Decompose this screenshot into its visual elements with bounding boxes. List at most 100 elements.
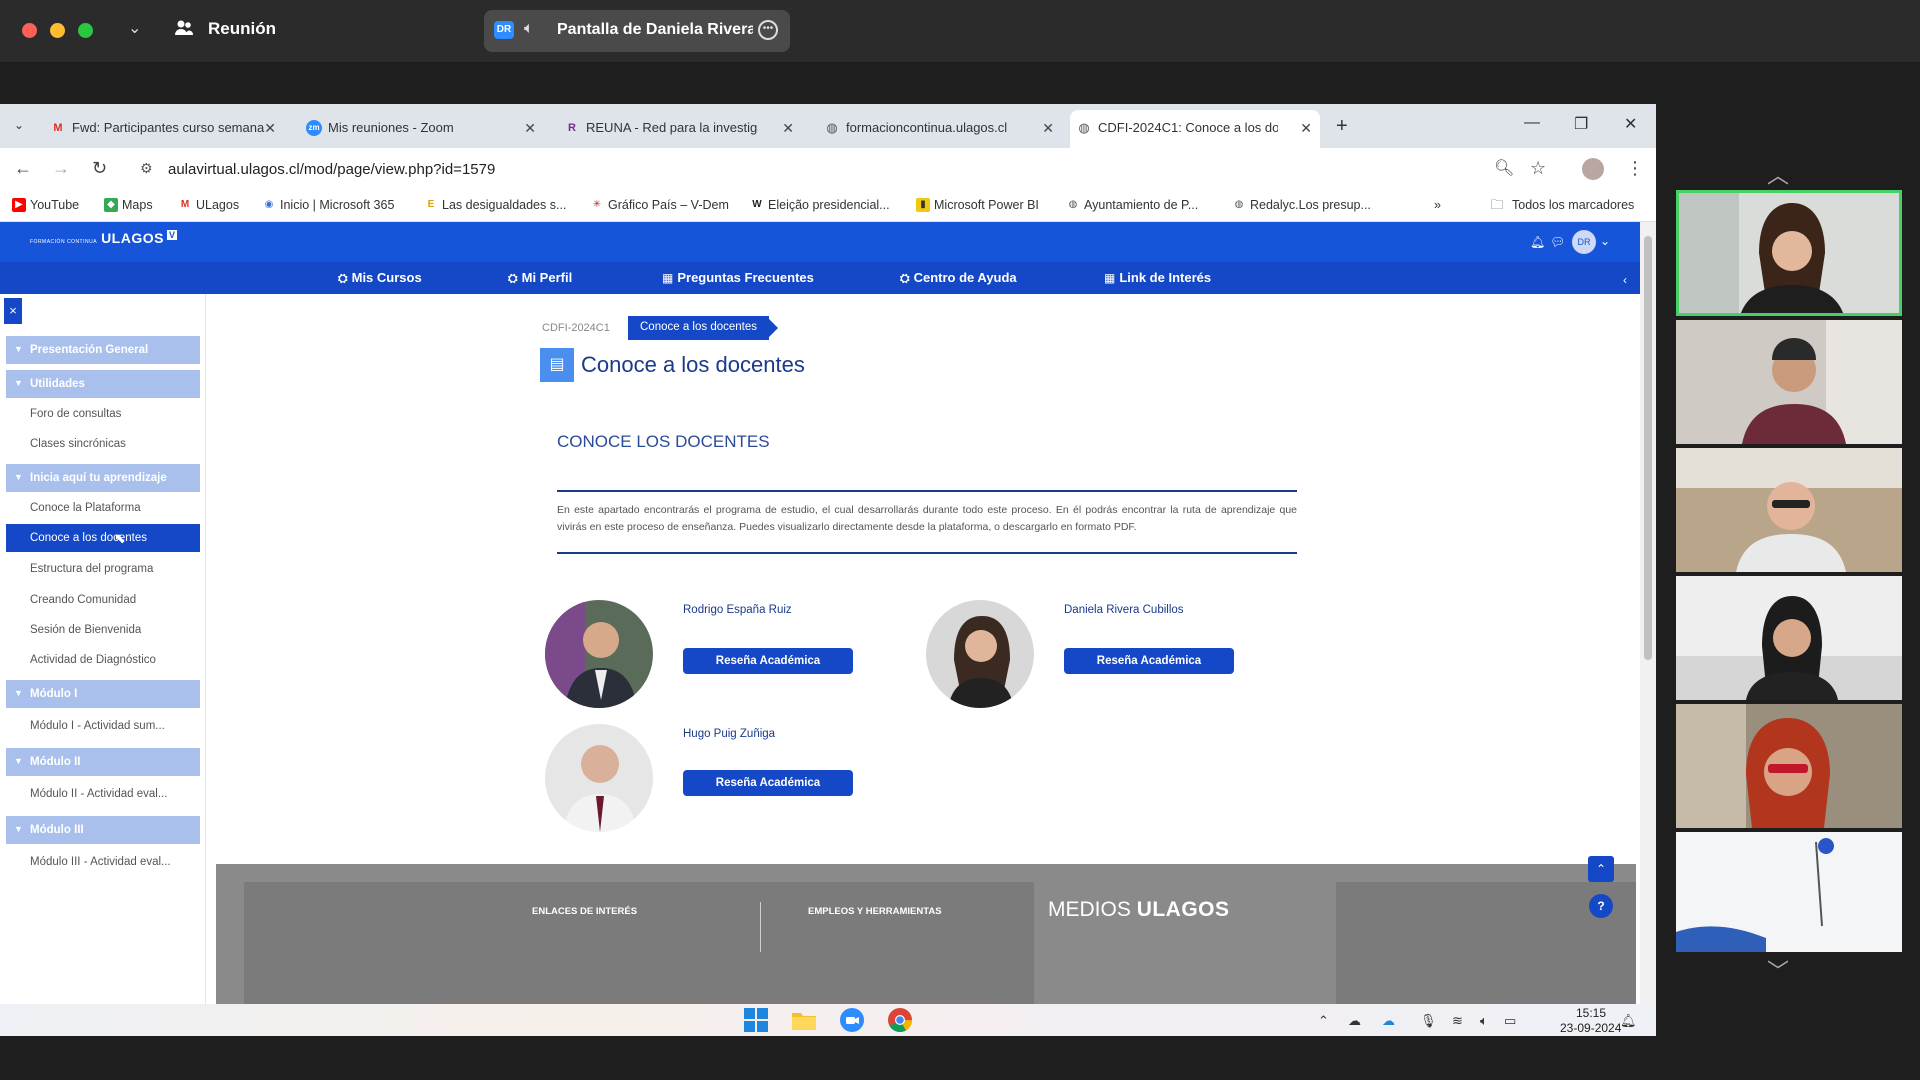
chevron-up-icon[interactable]: ⌃ (1318, 1013, 1329, 1029)
windows-start-icon[interactable] (742, 1006, 770, 1034)
sidebar-item-modulo-2-actividad[interactable]: Módulo II - Actividad eval... (6, 780, 200, 808)
nav-link-de-interes[interactable]: ▦ Link de Interés (1104, 270, 1211, 285)
bookmark-desigualdades[interactable]: E Las desigualdades s... (424, 198, 567, 212)
tab-cdfi-active[interactable]: ◍ CDFI-2024C1: Conoce a los docentes ✕ (1070, 110, 1320, 148)
scrollbar-thumb[interactable] (1644, 236, 1652, 660)
chevron-down-icon[interactable]: ⌄ (1600, 234, 1610, 248)
close-window-icon[interactable]: ✕ (1624, 114, 1637, 134)
nav-mis-cursos[interactable]: ⛭ Mis Cursos (338, 270, 422, 286)
help-button[interactable]: ? (1589, 894, 1613, 918)
window-close-button[interactable] (22, 23, 37, 38)
resena-academica-button-hugo[interactable]: Reseña Académica (683, 770, 853, 796)
more-icon[interactable]: ••• (758, 20, 778, 40)
onedrive-icon[interactable]: ☁ (1382, 1013, 1395, 1029)
all-bookmarks[interactable]: 🗀 Todos los marcadores (1490, 198, 1634, 213)
tab-formacion[interactable]: ◍ formacioncontinua.ulagos.cl ✕ (818, 110, 1062, 148)
bell-icon[interactable]: 🔔︎ (1530, 235, 1545, 249)
participant-video-4[interactable] (1676, 576, 1902, 700)
microphone-icon[interactable]: 🎙︎ (1420, 1013, 1437, 1029)
participant-video-1[interactable] (1676, 190, 1902, 316)
clock-date[interactable]: 23-09-2024 (1560, 1021, 1621, 1035)
restore-icon[interactable]: ❐ (1574, 114, 1588, 134)
nav-preguntas-frecuentes[interactable]: ▦ Preguntas Frecuentes (662, 270, 814, 285)
chat-icon[interactable]: 💬︎ (1550, 235, 1565, 249)
bookmarks-overflow-icon[interactable]: » (1434, 198, 1441, 212)
meeting-label[interactable]: Reunión (208, 19, 276, 39)
back-icon[interactable]: ← (14, 158, 32, 179)
sidebar-item-plataforma[interactable]: Conoce la Plataforma (6, 494, 200, 522)
sidebar-section-modulo-3[interactable]: ▼ Módulo III (6, 816, 200, 844)
sidebar-section-inicia[interactable]: ▼ Inicia aquí tu aprendizaje (6, 464, 200, 492)
user-avatar[interactable]: DR (1572, 230, 1596, 254)
window-minimize-button[interactable] (50, 23, 65, 38)
minimize-icon[interactable]: — (1524, 114, 1540, 132)
nav-mi-perfil[interactable]: ⛭ Mi Perfil (508, 270, 572, 286)
chrome-icon[interactable] (886, 1006, 914, 1034)
bookmark-powerbi[interactable]: ▮ Microsoft Power BI (916, 198, 1039, 212)
tab-zoom[interactable]: zm Mis reuniones - Zoom ✕ (300, 110, 544, 148)
sidebar-item-estructura[interactable]: Estructura del programa (6, 555, 200, 583)
participant-video-6[interactable] (1676, 832, 1902, 952)
battery-icon[interactable]: ▭ (1504, 1013, 1516, 1029)
participant-video-3[interactable] (1676, 448, 1902, 572)
gallery-scroll-down-icon[interactable]: ﹀ (1767, 954, 1789, 986)
sidebar-item-modulo-3-actividad[interactable]: Módulo III - Actividad eval... (6, 848, 200, 876)
participant-video-2[interactable] (1676, 320, 1902, 444)
star-icon[interactable]: ☆ (1530, 158, 1546, 179)
close-icon[interactable]: ✕ (1042, 120, 1054, 137)
close-icon[interactable]: ✕ (524, 120, 536, 137)
sidebar-section-utilidades[interactable]: ▼ Utilidades (6, 370, 200, 398)
site-settings-icon[interactable]: ⚙ (140, 160, 153, 177)
bookmark-vdem[interactable]: ✳ Gráfico País – V-Dem (590, 198, 729, 212)
sidebar-section-modulo-1[interactable]: ▼ Módulo I (6, 680, 200, 708)
scroll-top-button[interactable]: ⌃ (1588, 856, 1614, 882)
participant-video-5[interactable] (1676, 704, 1902, 828)
bookmark-eleicao[interactable]: W Eleição presidencial... (750, 198, 889, 212)
notifications-icon[interactable]: 🔔︎ (1620, 1013, 1637, 1029)
bookmark-m365[interactable]: ◉ Inicio | Microsoft 365 (262, 198, 395, 212)
tab-reuna[interactable]: R REUNA - Red para la investigación ✕ (558, 110, 802, 148)
medios-ulagos-logo[interactable]: MEDIOS ULAGOS (1048, 898, 1230, 922)
nav-centro-de-ayuda[interactable]: ⛭ Centro de Ayuda (900, 270, 1017, 286)
volume-icon[interactable]: 🔈︎ (1480, 1013, 1488, 1029)
bookmark-redalyc[interactable]: ◍ Redalyc.Los presup... (1232, 198, 1371, 212)
reload-icon[interactable]: ↻ (92, 158, 107, 179)
wifi-icon[interactable]: ≋ (1452, 1013, 1463, 1029)
bookmark-ulagos[interactable]: M ULagos (178, 198, 239, 212)
tab-search-chevron-icon[interactable]: ⌄ (14, 118, 24, 132)
close-icon[interactable]: ✕ (264, 120, 276, 137)
file-explorer-icon[interactable] (790, 1006, 818, 1034)
bookmark-maps[interactable]: ◆ Maps (104, 198, 153, 212)
sidebar-item-foro[interactable]: Foro de consultas (6, 400, 200, 428)
sidebar-item-modulo-1-actividad[interactable]: Módulo I - Actividad sum... (6, 712, 200, 740)
ulagos-logo[interactable]: FORMACIÓN CONTINUA ULAGOS V (30, 230, 178, 246)
clock-time[interactable]: 15:15 (1576, 1006, 1606, 1020)
chevron-left-icon[interactable]: ‹ (1614, 268, 1636, 292)
close-icon[interactable]: ✕ (1300, 120, 1312, 137)
sidebar-item-comunidad[interactable]: Creando Comunidad (6, 586, 200, 614)
close-icon[interactable]: ✕ (782, 120, 794, 137)
url-input[interactable]: aulavirtual.ulagos.cl/mod/page/view.php?… (168, 161, 495, 178)
chevron-down-icon[interactable]: ⌄ (128, 18, 141, 38)
tab-gmail[interactable]: M Fwd: Participantes curso semana ✕ (44, 110, 284, 148)
zoom-app-icon[interactable] (838, 1006, 866, 1034)
screen-share-indicator[interactable]: DR 🔈︎ Pantalla de Daniela Rivera ••• (484, 10, 790, 52)
sidebar-item-diagnostico[interactable]: Actividad de Diagnóstico (6, 646, 200, 674)
close-icon[interactable]: × (4, 298, 22, 324)
menu-dots-icon[interactable]: ⋮ (1626, 158, 1644, 179)
forward-icon[interactable]: → (52, 158, 70, 179)
sidebar-item-clases[interactable]: Clases sincrónicas (6, 430, 200, 458)
gallery-scroll-up-icon[interactable]: ︿ (1767, 158, 1789, 190)
sidebar-item-docentes[interactable]: Conoce a los docentes (6, 524, 200, 552)
speaker-icon[interactable]: 🔈︎ (524, 20, 534, 38)
sidebar-section-presentacion[interactable]: ▼ Presentación General (6, 336, 200, 364)
new-tab-button[interactable]: + (1336, 115, 1348, 138)
profile-avatar[interactable] (1582, 158, 1604, 180)
zoom-search-icon[interactable]: 🔍︎ (1494, 158, 1514, 178)
bookmark-ayuntamiento[interactable]: ◍ Ayuntamiento de P... (1066, 198, 1199, 212)
window-maximize-button[interactable] (78, 23, 93, 38)
resena-academica-button-daniela[interactable]: Reseña Académica (1064, 648, 1234, 674)
cloud-icon[interactable]: ☁ (1348, 1013, 1361, 1029)
sidebar-item-bienvenida[interactable]: Sesión de Bienvenida (6, 616, 200, 644)
breadcrumb-course[interactable]: CDFI-2024C1 (542, 322, 610, 334)
